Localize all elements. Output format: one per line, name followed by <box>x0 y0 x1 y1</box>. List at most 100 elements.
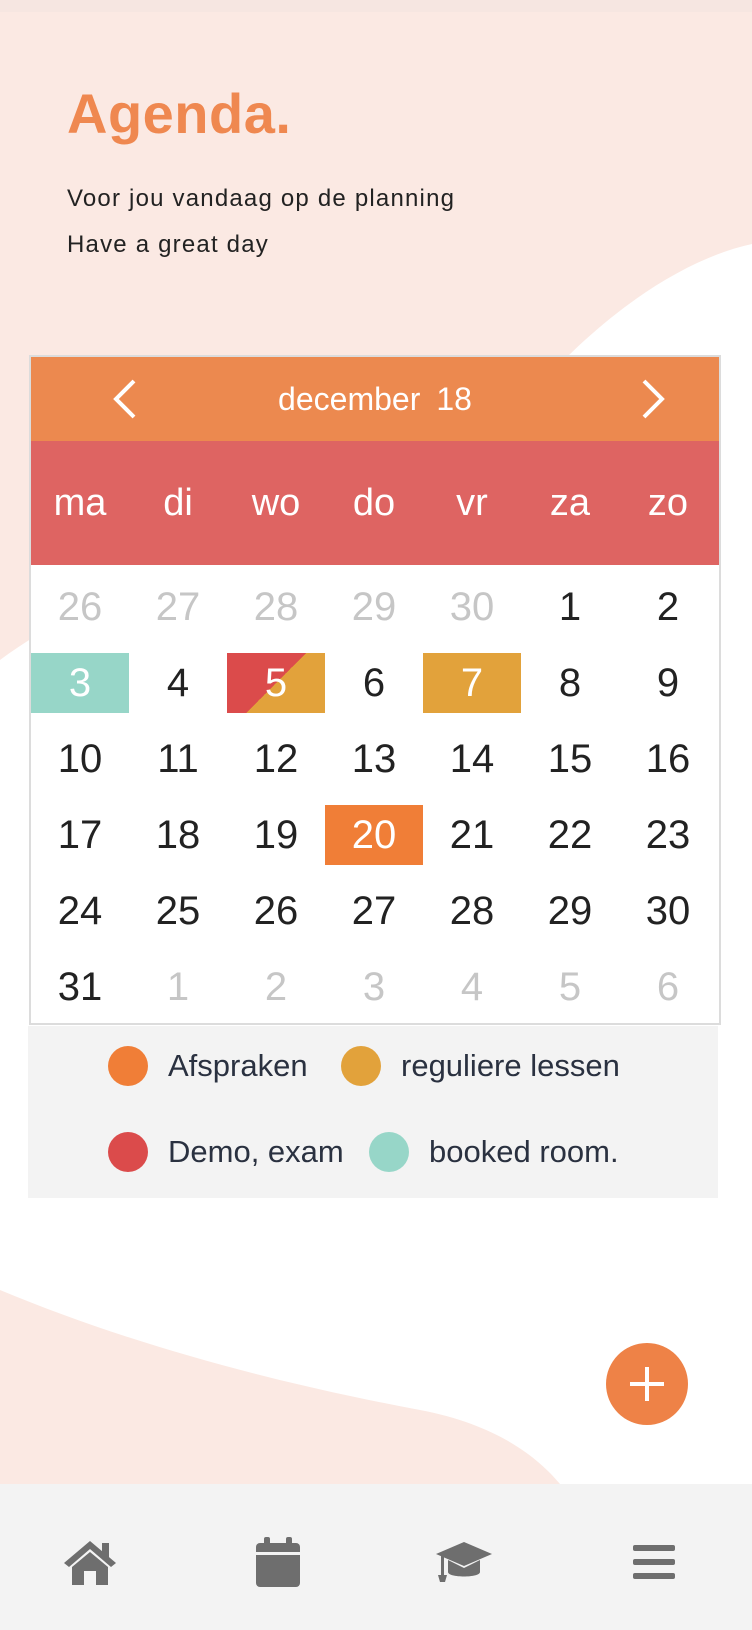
day-number: 21 <box>449 812 495 857</box>
day-number: 25 <box>155 888 201 933</box>
next-month-button[interactable] <box>629 375 677 423</box>
day-number: 17 <box>57 812 103 857</box>
day-cell-today[interactable]: 20 <box>325 797 423 873</box>
day-cell[interactable]: 26 <box>31 569 129 645</box>
day-cell[interactable]: 1 <box>129 949 227 1025</box>
day-cell[interactable]: 3 <box>325 949 423 1025</box>
day-cell[interactable]: 22 <box>521 797 619 873</box>
day-cell[interactable]: 30 <box>423 569 521 645</box>
day-cell[interactable]: 13 <box>325 721 423 797</box>
day-number: 11 <box>157 736 199 781</box>
nav-calendar[interactable] <box>248 1532 308 1592</box>
legend-dot <box>108 1046 148 1086</box>
page-header: Agenda. Voor jou vandaag op de planning … <box>67 78 455 268</box>
day-cell-booked[interactable]: 3 <box>31 645 129 721</box>
weekday-label: di <box>163 482 193 524</box>
status-strip <box>0 0 752 12</box>
day-cell[interactable]: 26 <box>227 873 325 949</box>
day-cell[interactable]: 19 <box>227 797 325 873</box>
weekday-label: vr <box>456 482 488 524</box>
weekday-label: ma <box>53 482 107 524</box>
legend-label: Demo, exam <box>168 1134 344 1169</box>
add-button[interactable] <box>606 1343 688 1425</box>
day-cell[interactable]: 1 <box>521 569 619 645</box>
calendar-header: december 18 <box>31 357 719 441</box>
day-cell[interactable]: 11 <box>129 721 227 797</box>
subtitle-line-2: Have a great day <box>67 231 269 258</box>
day-number: 23 <box>645 812 691 857</box>
day-number: 2 <box>264 964 288 1009</box>
day-cell[interactable]: 15 <box>521 721 619 797</box>
day-cell[interactable]: 9 <box>619 645 717 721</box>
day-cell[interactable]: 27 <box>325 873 423 949</box>
day-cell[interactable]: 16 <box>619 721 717 797</box>
day-cell[interactable]: 5 <box>521 949 619 1025</box>
day-cell[interactable]: 4 <box>423 949 521 1025</box>
day-cell[interactable]: 2 <box>619 569 717 645</box>
month-year: 18 <box>436 381 472 417</box>
day-cell[interactable]: 28 <box>227 569 325 645</box>
day-number: 9 <box>656 660 680 705</box>
day-number: 8 <box>558 660 582 705</box>
month-label: december 18 <box>31 357 719 441</box>
day-number: 10 <box>57 736 103 781</box>
graduation-cap-icon <box>436 1542 492 1582</box>
day-cell[interactable]: 21 <box>423 797 521 873</box>
day-number: 6 <box>656 964 680 1009</box>
day-number: 5 <box>264 660 288 705</box>
day-cell[interactable]: 29 <box>325 569 423 645</box>
day-number: 29 <box>547 888 593 933</box>
day-number: 26 <box>253 888 299 933</box>
bottom-nav <box>0 1484 752 1630</box>
legend-dot <box>369 1132 409 1172</box>
day-cell[interactable]: 14 <box>423 721 521 797</box>
day-number: 29 <box>351 584 397 629</box>
chevron-right-icon <box>642 379 665 419</box>
weekday-label: do <box>352 482 396 524</box>
day-number: 28 <box>449 888 495 933</box>
day-number: 14 <box>449 736 495 781</box>
day-cell[interactable]: 23 <box>619 797 717 873</box>
day-cell-demo-regular[interactable]: 5 <box>227 645 325 721</box>
nav-courses[interactable] <box>434 1532 494 1592</box>
day-number: 22 <box>547 812 593 857</box>
day-number: 30 <box>449 584 495 629</box>
day-cell[interactable]: 6 <box>325 645 423 721</box>
day-cell[interactable]: 24 <box>31 873 129 949</box>
day-cell[interactable]: 31 <box>31 949 129 1025</box>
day-cell[interactable]: 18 <box>129 797 227 873</box>
legend-label: reguliere lessen <box>401 1048 620 1083</box>
subtitle-line-1: Voor jou vandaag op de planning <box>67 185 456 212</box>
day-cell[interactable]: 4 <box>129 645 227 721</box>
legend-item: Afspraken <box>108 1046 308 1086</box>
menu-icon <box>633 1545 675 1579</box>
day-number: 4 <box>460 964 484 1009</box>
day-cell[interactable]: 28 <box>423 873 521 949</box>
calendar-icon <box>256 1537 300 1587</box>
day-cell[interactable]: 29 <box>521 873 619 949</box>
day-cell[interactable]: 17 <box>31 797 129 873</box>
day-number: 30 <box>645 888 691 933</box>
day-cell[interactable]: 6 <box>619 949 717 1025</box>
page-title: Agenda. <box>67 82 292 145</box>
day-cell[interactable]: 30 <box>619 873 717 949</box>
nav-menu[interactable] <box>624 1532 684 1592</box>
day-number: 18 <box>155 812 201 857</box>
plus-icon <box>630 1367 664 1401</box>
day-grid: 26 27 28 29 30 1 2 3 4 5 6 7 8 9 10 11 12 13 14 15 16 17 18 19 2… <box>31 565 719 1025</box>
day-number: 27 <box>351 888 397 933</box>
day-cell[interactable]: 2 <box>227 949 325 1025</box>
day-cell-regular[interactable]: 7 <box>423 645 521 721</box>
nav-home[interactable] <box>60 1532 120 1592</box>
day-cell[interactable]: 10 <box>31 721 129 797</box>
day-cell[interactable]: 25 <box>129 873 227 949</box>
calendar: december 18 ma di wo do vr za zo 26 27 28 29 30 1 2 3 4… <box>29 355 721 1025</box>
legend-dot <box>341 1046 381 1086</box>
day-number: 1 <box>166 964 190 1009</box>
day-cell[interactable]: 8 <box>521 645 619 721</box>
day-cell[interactable]: 27 <box>129 569 227 645</box>
legend-dot <box>108 1132 148 1172</box>
legend-item: Demo, exam <box>108 1132 344 1172</box>
weekday-label: za <box>549 482 591 524</box>
day-cell[interactable]: 12 <box>227 721 325 797</box>
